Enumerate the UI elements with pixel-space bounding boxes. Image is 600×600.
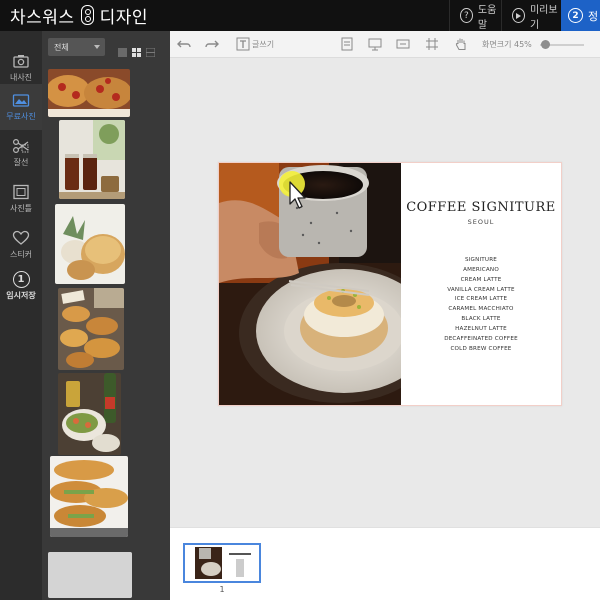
- menu-item: BLACK LATTE: [461, 316, 501, 323]
- mouse-cursor-icon: [279, 171, 306, 209]
- tool-rail: 내사진 무료사진 잘선 사진틀 스티커 1 임시저장: [0, 31, 42, 600]
- menu-item: AMERICANO: [463, 266, 499, 273]
- zoom-label: 화면크기 45%: [482, 40, 532, 49]
- photo-panel: 전체: [42, 31, 170, 600]
- undo-icon[interactable]: [177, 37, 191, 51]
- resize-icon[interactable]: [396, 37, 410, 51]
- detail-view-icon[interactable]: [145, 42, 156, 58]
- rail-item-frames[interactable]: 사진틀: [0, 176, 42, 222]
- next-step-button[interactable]: 2 정: [561, 0, 600, 31]
- menu-item: CREAM LATTE: [460, 276, 502, 283]
- scissors-icon: [12, 138, 29, 154]
- photo-thumb-salad-beer[interactable]: [58, 373, 121, 455]
- preview-button[interactable]: 미리보기: [501, 0, 561, 31]
- menu-item: CARAMEL MACCHIATO: [448, 306, 514, 313]
- photo-thumb-pizza[interactable]: [48, 69, 130, 117]
- heart-icon: [12, 230, 30, 245]
- logo-text-right: 디자인: [99, 7, 148, 28]
- page-thumbnail-preview: [185, 545, 259, 581]
- chevron-down-icon: [94, 45, 100, 49]
- top-bar: 차스워스 디자인 ? 도움말 미리보기 2 정: [0, 0, 600, 31]
- rail-label-frames: 사진틀: [9, 204, 33, 213]
- layout-icon[interactable]: [368, 37, 382, 51]
- list-view-icon[interactable]: [118, 42, 127, 57]
- menu-item: DECAFFEINATED COFFEE: [444, 335, 518, 342]
- menu-item: SIGNITURE: [464, 257, 498, 263]
- frame-icon: [13, 184, 29, 200]
- rail-item-free-photos[interactable]: 무료사진: [0, 84, 42, 130]
- redo-icon[interactable]: [205, 37, 219, 51]
- text-tool-icon[interactable]: [236, 37, 250, 51]
- menu-item: VANILLA CREAM LATTE: [447, 286, 515, 293]
- rail-label-cutout: 잘선: [13, 158, 29, 167]
- menu-item: ICE CREAM LATTE: [454, 296, 508, 303]
- editor-app: 차스워스 디자인 ? 도움말 미리보기 2 정 내사진 무료사진 잘선 사진틀 …: [0, 0, 600, 600]
- rail-label-free-photos: 무료사진: [6, 112, 36, 121]
- photo-thumb-stuffed-croissants[interactable]: [50, 456, 128, 537]
- grid-icon[interactable]: [425, 37, 439, 51]
- next-step-label: 정: [588, 9, 599, 23]
- menu-item: HAZELNUT LATTE: [455, 325, 507, 332]
- preview-label: 미리보기: [529, 4, 558, 31]
- step-number-icon: 2: [568, 8, 583, 23]
- photo-filter-select[interactable]: 전체: [48, 38, 105, 56]
- play-icon: [512, 8, 525, 23]
- menu-item-list[interactable]: SIGNITURE AMERICANO CREAM LATTE VANILLA …: [402, 256, 560, 354]
- rail-label-stickers: 스티커: [9, 250, 33, 259]
- grid-view-icon[interactable]: [132, 42, 141, 57]
- help-label: 도움말: [477, 4, 497, 31]
- photo-thumb-iced-drinks[interactable]: [59, 120, 125, 199]
- save-number-icon: 1: [12, 271, 30, 288]
- photo-thumb-texture[interactable]: [48, 552, 132, 598]
- document-icon[interactable]: [340, 37, 354, 51]
- rail-label-temp-save: 임시저장: [6, 291, 36, 300]
- menu-title[interactable]: COFFEE SIGNITURE: [402, 200, 560, 215]
- hand-pan-icon[interactable]: [454, 37, 468, 51]
- camera-icon: [13, 55, 29, 68]
- app-logo[interactable]: 차스워스 디자인: [10, 4, 148, 28]
- rail-item-cutout[interactable]: 잘선: [0, 130, 42, 176]
- help-button[interactable]: ? 도움말: [449, 0, 501, 31]
- logo-mark-icon: [80, 5, 94, 25]
- photo-filter-value: 전체: [54, 42, 69, 52]
- logo-text-left: 차스워스: [10, 7, 75, 28]
- rail-label-my-photos: 내사진: [9, 73, 33, 82]
- rail-item-temp-save[interactable]: 1 임시저장: [0, 263, 42, 309]
- free-photo-icon: [12, 94, 30, 107]
- editor-toolbar: [170, 31, 600, 58]
- page-thumbnail[interactable]: [183, 543, 261, 583]
- zoom-slider-handle[interactable]: [541, 40, 550, 49]
- rail-item-stickers[interactable]: 스티커: [0, 222, 42, 268]
- text-tool-label[interactable]: 글쓰기: [252, 39, 274, 50]
- help-icon: ?: [460, 8, 473, 23]
- page-number: 1: [219, 585, 225, 594]
- photo-thumb-bread-buns[interactable]: [55, 204, 125, 284]
- photo-thumb-croissants[interactable]: [58, 288, 124, 370]
- menu-item: COLD BREW COFFEE: [450, 345, 512, 352]
- menu-subtitle[interactable]: SEOUL: [402, 218, 560, 226]
